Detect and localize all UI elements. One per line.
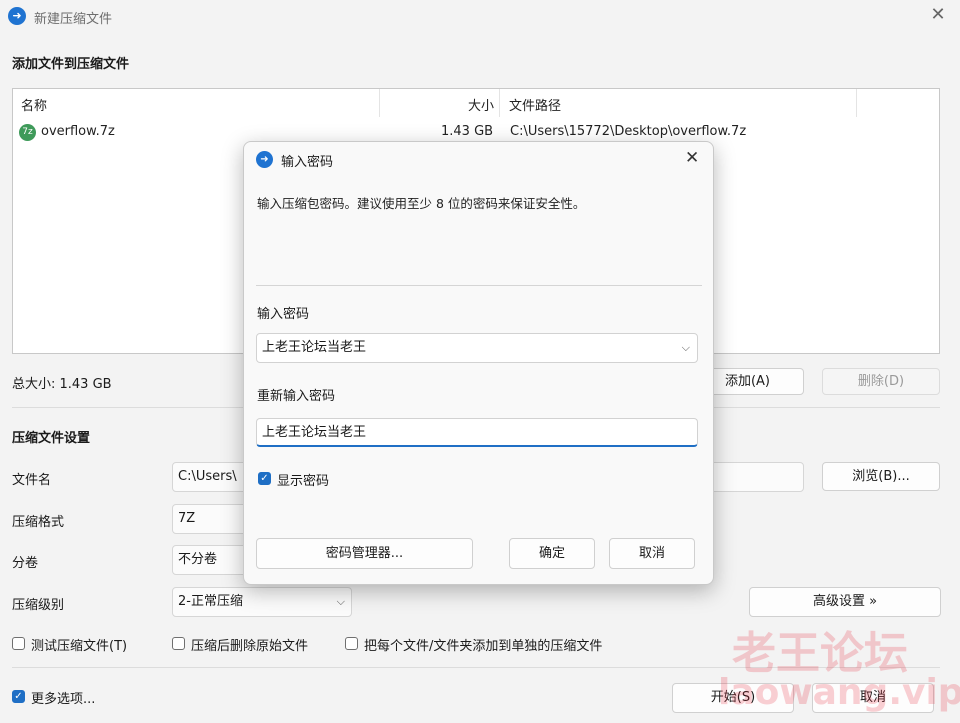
show-password-checkbox[interactable]: ✓: [258, 472, 271, 485]
column-header-name[interactable]: 名称: [21, 95, 47, 114]
test-archive-label[interactable]: 测试压缩文件(T): [31, 635, 127, 654]
file-name-cell: overflow.7z: [41, 124, 115, 139]
browse-button[interactable]: 浏览(B)...: [822, 462, 940, 491]
level-label: 压缩级别: [12, 598, 65, 613]
watermark-url: laowang.vip: [718, 672, 960, 713]
delete-after-label[interactable]: 压缩后删除原始文件: [191, 635, 308, 654]
remove-button[interactable]: 删除(D): [822, 368, 940, 395]
dialog-hint: 输入压缩包密码。建议使用至少 8 位的密码来保证安全性。: [257, 196, 586, 211]
ok-button[interactable]: 确定: [509, 538, 595, 569]
file-size-cell: 1.43 GB: [441, 124, 494, 139]
dialog-close-icon[interactable]: ✕: [685, 148, 699, 168]
dialog-cancel-button[interactable]: 取消: [609, 538, 695, 569]
password-combobox[interactable]: 上老王论坛当老王 ⌵: [256, 333, 698, 363]
show-password-label[interactable]: 显示密码: [277, 470, 329, 489]
separate-archives-checkbox[interactable]: [345, 637, 358, 650]
delete-after-checkbox[interactable]: [172, 637, 185, 650]
password-label: 输入密码: [257, 307, 310, 322]
more-options-label[interactable]: 更多选项...: [31, 688, 95, 707]
file-path-cell: C:\Users\15772\Desktop\overflow.7z: [510, 124, 747, 139]
password-dialog: ➜ 输入密码 ✕ 输入压缩包密码。建议使用至少 8 位的密码来保证安全性。 输入…: [243, 141, 714, 585]
more-options-checkbox[interactable]: ✓: [12, 690, 25, 703]
level-select[interactable]: 2-正常压缩 ⌵: [172, 587, 352, 617]
app-logo-icon: ➜: [256, 151, 273, 168]
level-select-value: 2-正常压缩: [178, 594, 243, 609]
separate-archives-label[interactable]: 把每个文件/文件夹添加到单独的压缩文件: [364, 635, 602, 654]
window-close-icon[interactable]: ✕: [928, 4, 948, 26]
advanced-settings-button[interactable]: 高级设置 »: [749, 587, 941, 617]
confirm-password-label: 重新输入密码: [257, 389, 336, 404]
column-header-size[interactable]: 大小: [468, 95, 494, 114]
archive-file-icon: 7z: [19, 124, 36, 141]
add-files-heading: 添加文件到压缩文件: [12, 57, 130, 72]
password-value: 上老王论坛当老王: [262, 340, 367, 355]
chevron-down-icon[interactable]: ⌵: [682, 334, 690, 362]
column-header-path[interactable]: 文件路径: [509, 95, 561, 114]
column-divider: [379, 89, 380, 117]
password-manager-button[interactable]: 密码管理器...: [256, 538, 473, 569]
total-size-text: 总大小: 1.43 GB: [12, 377, 112, 392]
filename-label: 文件名: [12, 473, 52, 488]
column-divider: [499, 89, 500, 117]
confirm-password-input[interactable]: 上老王论坛当老王: [256, 418, 698, 447]
column-divider: [856, 89, 857, 117]
divider: [256, 285, 702, 286]
test-archive-checkbox[interactable]: [12, 637, 25, 650]
title-bar: ➜ 新建压缩文件 ✕: [0, 0, 960, 34]
split-label: 分卷: [12, 556, 39, 571]
settings-heading: 压缩文件设置: [12, 431, 91, 446]
window-title: 新建压缩文件: [34, 12, 113, 27]
chevron-down-icon: ⌵: [336, 595, 345, 608]
dialog-title: 输入密码: [281, 155, 334, 170]
format-label: 压缩格式: [12, 515, 65, 530]
app-logo-icon: ➜: [8, 7, 26, 25]
